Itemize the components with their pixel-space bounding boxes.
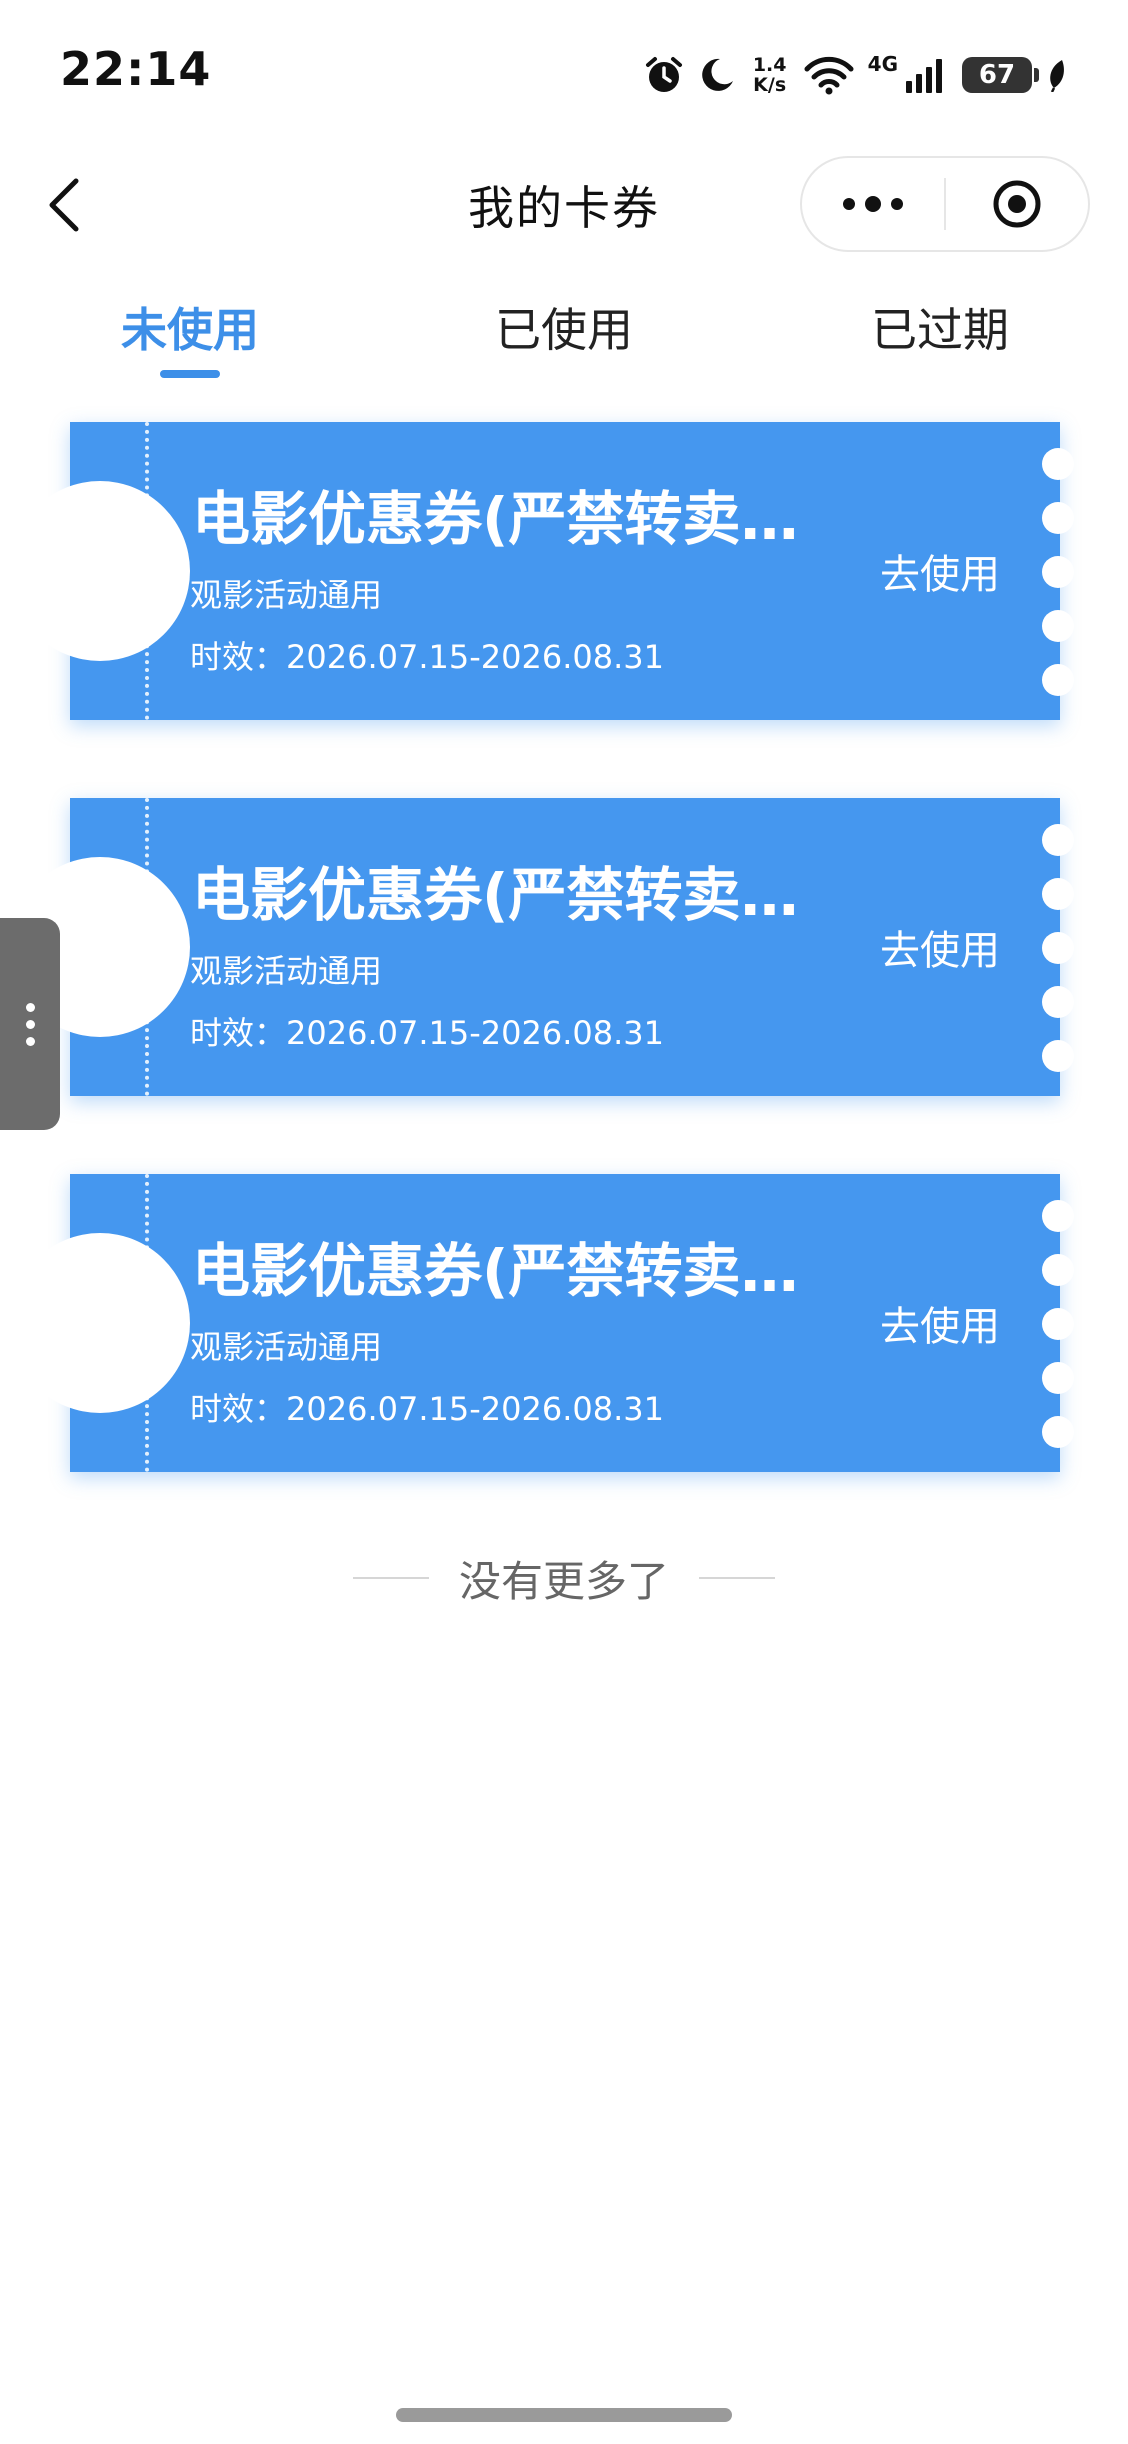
coupon-scope: 观影活动通用 xyxy=(190,1328,383,1366)
coupon-page: 22:14 1.4 K/s 4G 67 我的卡券 未使用 已使用 已过期 电影优… xyxy=(0,0,1128,2444)
coupon-scallop xyxy=(1042,502,1074,534)
leaf-icon xyxy=(1050,60,1064,92)
net-speed-value: 1.4 xyxy=(752,54,787,76)
close-button[interactable] xyxy=(946,158,1088,250)
coupon-scope: 观影活动通用 xyxy=(190,952,383,990)
no-more-text: 没有更多了 xyxy=(458,1556,669,1606)
coupon-scope: 观影活动通用 xyxy=(190,576,383,614)
status-time: 22:14 xyxy=(60,42,212,96)
coupon-validity: 时效：2026.07.15-2026.08.31 xyxy=(190,1014,664,1052)
floating-side-handle[interactable] xyxy=(0,918,60,1130)
net-speed: 1.4 K/s xyxy=(750,55,790,95)
status-icons: 1.4 K/s 4G 67 xyxy=(644,48,1068,102)
network-type: 4G xyxy=(867,52,898,76)
divider-line xyxy=(352,1577,429,1579)
coupon-title: 电影优惠券(严禁转卖... xyxy=(192,861,802,929)
coupon-perforation xyxy=(145,798,149,1096)
tab-unused[interactable]: 未使用 xyxy=(80,290,300,370)
coupon-scallop xyxy=(1042,1040,1074,1072)
coupon-perforation xyxy=(145,1174,149,1472)
coupon-validity: 时效：2026.07.15-2026.08.31 xyxy=(190,638,664,676)
more-dots-icon xyxy=(843,196,903,212)
coupon-notch xyxy=(10,481,190,661)
coupon-title: 电影优惠券(严禁转卖... xyxy=(192,1237,802,1305)
coupon-scallop xyxy=(1042,824,1074,856)
handle-dot xyxy=(25,1002,35,1012)
coupon-tabs: 未使用 已使用 已过期 xyxy=(0,290,1128,400)
use-coupon-button[interactable]: 去使用 xyxy=(880,542,1000,600)
coupon-list: 电影优惠券(严禁转卖... 观影活动通用 时效：2026.07.15-2026.… xyxy=(10,422,1074,1550)
coupon-scallop xyxy=(1042,556,1074,588)
coupon-scallop xyxy=(1042,1200,1074,1232)
coupon-card[interactable]: 电影优惠券(严禁转卖... 观影活动通用 时效：2026.07.15-2026.… xyxy=(10,1174,1074,1472)
coupon-notch xyxy=(10,1233,190,1413)
coupon-scallop xyxy=(1042,1362,1074,1394)
active-tab-indicator xyxy=(160,370,220,378)
handle-dot xyxy=(25,1036,35,1046)
coupon-scallop xyxy=(1042,932,1074,964)
coupon-validity: 时效：2026.07.15-2026.08.31 xyxy=(190,1390,664,1428)
coupon-scallop xyxy=(1042,878,1074,910)
battery-level: 67 xyxy=(978,60,1016,90)
wifi-icon xyxy=(804,56,854,95)
coupon-perforation xyxy=(145,422,149,720)
handle-dot xyxy=(25,1019,35,1029)
list-end-marker: 没有更多了 xyxy=(0,1548,1128,1608)
status-bar: 22:14 1.4 K/s 4G 67 xyxy=(0,0,1128,150)
coupon-title: 电影优惠券(严禁转卖... xyxy=(192,485,802,553)
coupon-scallop xyxy=(1042,610,1074,642)
coupon-scallop xyxy=(1042,664,1074,696)
coupon-scallop xyxy=(1042,448,1074,480)
coupon-scallop xyxy=(1042,986,1074,1018)
signal-icon xyxy=(906,59,942,93)
tab-used[interactable]: 已使用 xyxy=(454,290,674,370)
coupon-scallop xyxy=(1042,1254,1074,1286)
tab-expired[interactable]: 已过期 xyxy=(830,290,1050,370)
coupon-card[interactable]: 电影优惠券(严禁转卖... 观影活动通用 时效：2026.07.15-2026.… xyxy=(10,422,1074,720)
coupon-scallop xyxy=(1042,1416,1074,1448)
battery-icon: 67 xyxy=(962,57,1039,93)
home-indicator[interactable] xyxy=(396,2408,732,2422)
more-button[interactable] xyxy=(802,158,944,250)
target-icon xyxy=(993,180,1041,228)
battery-tip xyxy=(1034,68,1039,82)
miniapp-capsule xyxy=(800,156,1090,252)
coupon-card[interactable]: 电影优惠券(严禁转卖... 观影活动通用 时效：2026.07.15-2026.… xyxy=(10,798,1074,1096)
use-coupon-button[interactable]: 去使用 xyxy=(880,1294,1000,1352)
moon-icon xyxy=(701,58,733,91)
use-coupon-button[interactable]: 去使用 xyxy=(880,918,1000,976)
alarm-icon xyxy=(645,57,682,92)
coupon-scallop xyxy=(1042,1308,1074,1340)
net-speed-unit: K/s xyxy=(753,74,787,96)
nav-header: 我的卡券 xyxy=(0,150,1128,260)
divider-line xyxy=(699,1577,775,1579)
